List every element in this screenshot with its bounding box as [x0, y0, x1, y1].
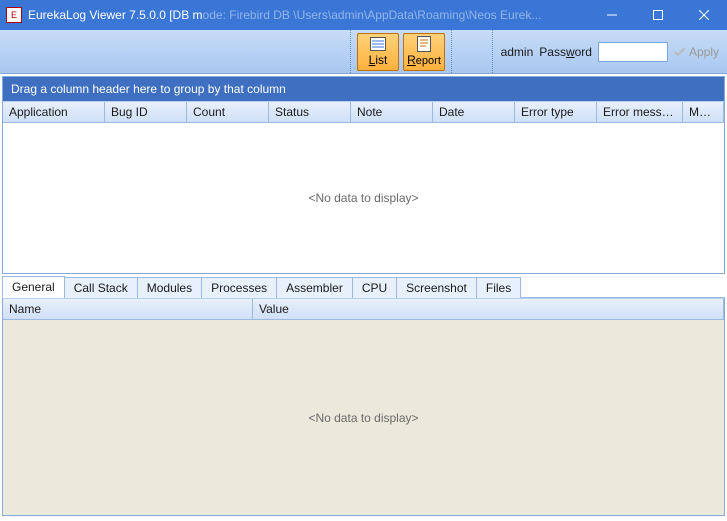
- lower-column-headers: Name Value: [3, 298, 724, 320]
- col-count[interactable]: Count: [187, 102, 269, 122]
- group-by-bar[interactable]: Drag a column header here to group by th…: [3, 77, 724, 101]
- tab-callstack[interactable]: Call Stack: [64, 277, 138, 298]
- tab-files[interactable]: Files: [476, 277, 521, 298]
- toolbar: List Report admin Password Apply: [0, 30, 727, 74]
- list-button[interactable]: List: [357, 33, 399, 71]
- col-errortype[interactable]: Error type: [515, 102, 597, 122]
- tab-modules[interactable]: Modules: [137, 277, 202, 298]
- col-modulename[interactable]: Module Na...: [683, 102, 724, 122]
- col-application[interactable]: Application: [3, 102, 105, 122]
- app-icon: E: [6, 7, 22, 23]
- tab-processes[interactable]: Processes: [201, 277, 277, 298]
- lower-grid: Name Value <No data to display>: [2, 298, 725, 516]
- report-label: Report: [407, 53, 441, 67]
- col-name[interactable]: Name: [3, 299, 253, 319]
- col-errormessage[interactable]: Error message: [597, 102, 683, 122]
- col-note[interactable]: Note: [351, 102, 433, 122]
- tab-assembler[interactable]: Assembler: [276, 277, 353, 298]
- col-date[interactable]: Date: [433, 102, 515, 122]
- apply-button[interactable]: Apply: [674, 45, 719, 59]
- col-value[interactable]: Value: [253, 299, 724, 319]
- upper-grid: Drag a column header here to group by th…: [2, 76, 725, 274]
- list-icon: [369, 36, 387, 52]
- upper-column-headers: Application Bug ID Count Status Note Dat…: [3, 101, 724, 123]
- title-bar: E EurekaLog Viewer 7.5.0.0 [DB mode: Fir…: [0, 0, 727, 30]
- tab-screenshot[interactable]: Screenshot: [396, 277, 477, 298]
- tab-strip: General Call Stack Modules Processes Ass…: [2, 276, 725, 298]
- password-input[interactable]: [598, 42, 668, 62]
- upper-grid-body: <No data to display>: [3, 123, 724, 273]
- window-title: EurekaLog Viewer 7.5.0.0 [DB mode: Fireb…: [28, 8, 541, 22]
- report-icon: [415, 36, 433, 52]
- col-bugid[interactable]: Bug ID: [105, 102, 187, 122]
- close-button[interactable]: [681, 0, 727, 30]
- check-icon: [674, 46, 686, 58]
- admin-label: admin: [501, 45, 534, 59]
- tab-cpu[interactable]: CPU: [352, 277, 397, 298]
- maximize-button[interactable]: [635, 0, 681, 30]
- tab-general[interactable]: General: [2, 276, 65, 298]
- detail-panel: General Call Stack Modules Processes Ass…: [2, 276, 725, 516]
- col-status[interactable]: Status: [269, 102, 351, 122]
- minimize-button[interactable]: [589, 0, 635, 30]
- list-label: List: [369, 53, 388, 67]
- lower-grid-body: <No data to display>: [3, 320, 724, 515]
- report-button[interactable]: Report: [403, 33, 445, 71]
- password-label: Password: [539, 45, 592, 59]
- login-segment: admin Password Apply: [492, 30, 727, 73]
